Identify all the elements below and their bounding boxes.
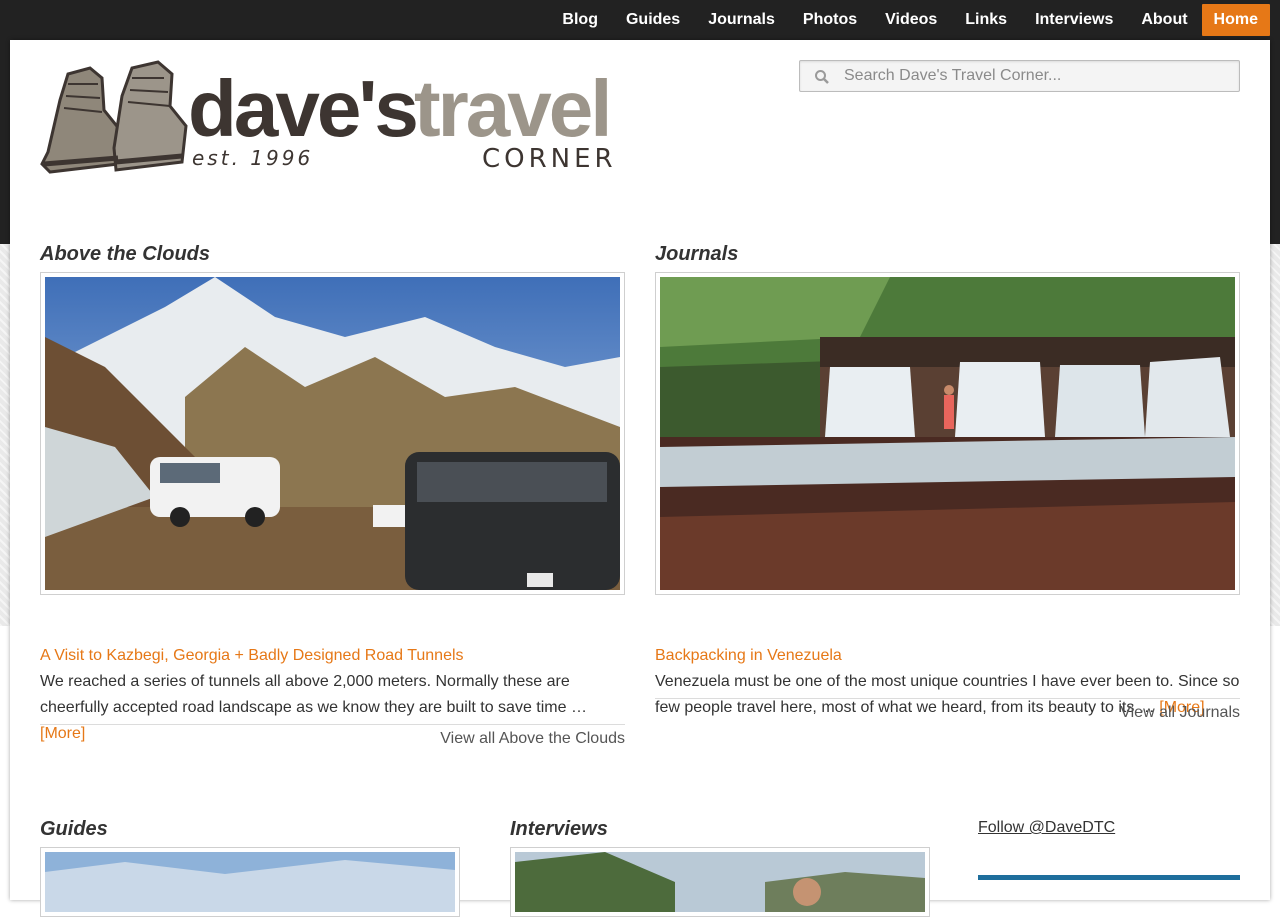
interviews-photo[interactable] bbox=[510, 847, 930, 917]
nav-photos[interactable]: Photos bbox=[789, 4, 871, 36]
article-photo-kazbegi[interactable] bbox=[40, 272, 625, 595]
view-all-journals-link[interactable]: View all Journals bbox=[655, 698, 1240, 722]
guides-photo[interactable] bbox=[40, 847, 460, 917]
top-nav: Blog Guides Journals Photos Videos Links… bbox=[548, 0, 1270, 40]
venezuela-waterfall-photo bbox=[660, 277, 1235, 590]
nav-journals[interactable]: Journals bbox=[694, 4, 789, 36]
logo-established: est. 1996 bbox=[192, 146, 314, 170]
page-content: dave's travel est. 1996 CORNER Above the… bbox=[10, 40, 1270, 917]
search-icon bbox=[815, 70, 829, 84]
interviews-landscape-photo bbox=[515, 852, 925, 912]
article-title-link[interactable]: Backpacking in Venezuela bbox=[655, 646, 1240, 666]
nav-about[interactable]: About bbox=[1127, 4, 1201, 36]
article-excerpt-text: We reached a series of tunnels all above… bbox=[40, 673, 587, 716]
nav-interviews[interactable]: Interviews bbox=[1021, 4, 1127, 36]
search-box bbox=[799, 60, 1240, 92]
article-photo-venezuela[interactable] bbox=[655, 272, 1240, 595]
guides-sky-photo bbox=[45, 852, 455, 912]
section-title: Guides bbox=[40, 818, 108, 840]
logo-word-daves: dave's bbox=[188, 64, 419, 153]
site-logo[interactable]: dave's travel est. 1996 CORNER bbox=[40, 60, 632, 178]
nav-videos[interactable]: Videos bbox=[871, 4, 951, 36]
boots-logo-icon bbox=[40, 60, 188, 174]
twitter-widget bbox=[978, 875, 1240, 880]
section-interviews: Interviews bbox=[510, 817, 930, 917]
section-above-the-clouds: Above the Clouds A Visit to Kazbegi, Geo… bbox=[40, 242, 625, 762]
follow-twitter-link[interactable]: Follow @DaveDTC bbox=[978, 819, 1115, 837]
kazbegi-mountain-photo bbox=[45, 277, 620, 590]
logo-corner: CORNER bbox=[482, 144, 617, 174]
search-input[interactable] bbox=[844, 61, 1224, 91]
logo-word-travel: travel bbox=[414, 64, 612, 153]
section-title: Above the Clouds bbox=[40, 243, 211, 265]
view-all-above-the-clouds-link[interactable]: View all Above the Clouds bbox=[40, 724, 625, 748]
nav-home[interactable]: Home bbox=[1201, 4, 1270, 36]
nav-blog[interactable]: Blog bbox=[548, 4, 612, 36]
section-title: Journals bbox=[655, 243, 739, 265]
section-guides: Guides bbox=[40, 817, 460, 917]
nav-guides[interactable]: Guides bbox=[612, 4, 694, 36]
article-title-link[interactable]: A Visit to Kazbegi, Georgia + Badly Desi… bbox=[40, 646, 625, 666]
section-journals: Journals Backpacking in Venezuela Venezu… bbox=[655, 242, 1240, 742]
nav-links[interactable]: Links bbox=[951, 4, 1021, 36]
section-title: Interviews bbox=[510, 818, 608, 840]
